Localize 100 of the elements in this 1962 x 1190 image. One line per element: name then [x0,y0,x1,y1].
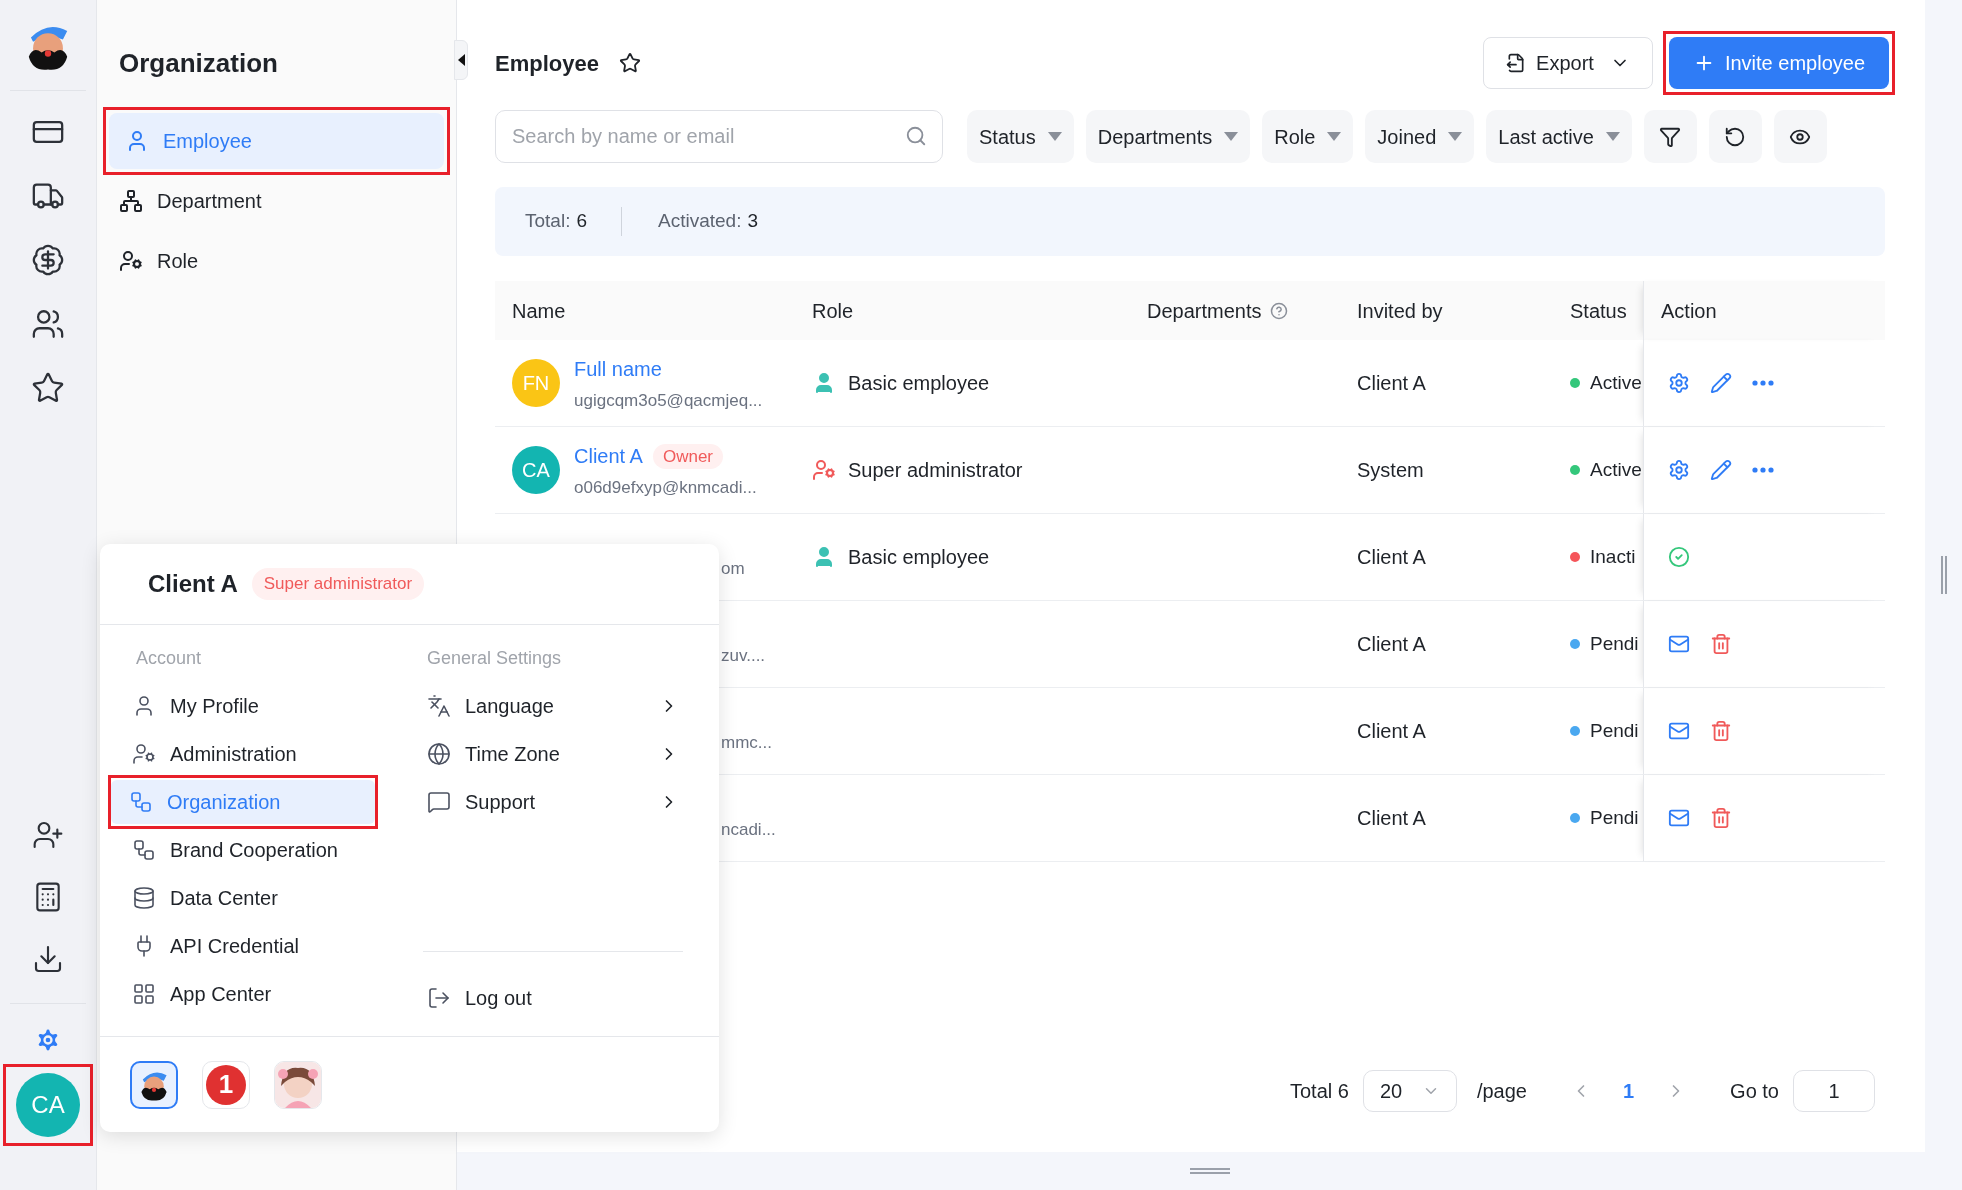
avatar: FN [512,359,560,407]
menu-item[interactable]: Data Center [114,876,400,920]
database-icon [132,886,156,910]
people-nav-button[interactable] [31,307,65,341]
employee-email: ncadi... [721,819,776,842]
invited-by-text: Client A [1357,546,1426,568]
summary-value: 6 [576,209,587,234]
star-icon [31,371,65,405]
page-number[interactable]: 1 [1604,1076,1653,1106]
status-text: Inacti [1590,544,1636,569]
caret-icon [1327,132,1342,141]
more-icon [1752,380,1774,386]
filter-dropdown[interactable]: Role [1262,110,1354,163]
menu-item[interactable]: Support [423,780,683,824]
employee-name-link[interactable]: Full name [574,354,662,385]
column-header: Action [1661,298,1717,324]
invited-by-text: System [1357,459,1424,481]
menu-item[interactable]: Language [423,684,683,728]
drag-handle-icon [1940,556,1947,594]
role-text: Super administrator [848,458,1023,483]
dollar-nav-button[interactable] [31,243,65,277]
chat-icon [427,790,451,814]
role-text: Basic employee [848,371,990,396]
logout-item[interactable]: Log out [423,976,683,1020]
owner-tag: Owner [652,443,723,469]
user-gear-icon [132,742,156,766]
invited-by-text: Client A [1357,633,1426,655]
status-text: Pendi [1590,805,1639,830]
logout-icon [427,986,451,1010]
menu-item[interactable]: App Center [114,972,400,1016]
download-icon [32,943,64,975]
caret-icon [1605,132,1620,141]
app-tile[interactable] [130,1060,178,1109]
sidebar-item[interactable]: Department [103,173,450,229]
menu-item[interactable]: Brand Cooperation [114,828,400,872]
invited-by-text: Client A [1357,807,1426,829]
employee-email: om [721,558,745,581]
menu-item[interactable]: Time Zone [423,732,683,776]
summary-label: Total: [525,209,571,234]
goto-field[interactable]: 1 [1793,1070,1875,1112]
section-heading: General Settings [426,647,563,670]
employee-email: ugigcqm3o5@qacmjeq... [574,390,763,413]
refresh-icon [1724,125,1747,148]
person-gear-icon [812,458,836,482]
employee-email: mmc... [721,732,772,755]
per-page-label: /page [1476,1079,1527,1104]
caret-icon [1448,132,1463,141]
nodes-icon [129,790,153,814]
gear-icon [1668,372,1690,394]
caret-icon [1047,132,1062,141]
avatar: CA [512,446,560,494]
collapse-tab[interactable] [454,40,468,80]
pencil-icon [1710,459,1732,481]
summary-label: Activated: [658,209,742,234]
user-gear-icon [119,249,143,273]
favorite-button[interactable] [618,52,641,74]
column-header: Departments [1147,298,1262,324]
status-text: Pendi [1590,631,1639,656]
reset-button[interactable] [1708,110,1762,163]
search-field[interactable]: Search by name or email [495,110,943,163]
invite-employee-button[interactable]: Invite employee [1668,37,1889,89]
total-count: Total 6 [1289,1079,1349,1104]
star-icon [618,52,641,74]
invited-by-text: Client A [1357,720,1426,742]
funnel-icon [1659,125,1682,148]
menu-item[interactable]: API Credential [114,924,400,968]
caret-icon [1224,132,1239,141]
filter-dropdown[interactable]: Departments [1085,110,1251,163]
role-text: Basic employee [848,545,990,570]
page-size-select[interactable]: 20 [1362,1070,1457,1112]
user-plus-nav-button[interactable] [32,819,64,851]
menu-item[interactable]: My Profile [114,684,400,728]
filter-dropdown[interactable]: Status [967,110,1074,163]
trash-icon [1710,633,1732,655]
check-circle-icon [1668,546,1690,568]
goto-label: Go to [1730,1079,1779,1104]
star-nav-button[interactable] [31,371,65,405]
invited-by-text: Client A [1357,372,1426,394]
employee-name-link[interactable]: Client A [574,441,643,472]
link-icon [132,838,156,862]
view-button[interactable] [1773,110,1827,163]
page-title: Employee [495,49,599,78]
trash-icon [1710,720,1732,742]
globe-icon [427,742,451,766]
gear-icon [1668,459,1690,481]
trash-icon [1710,807,1732,829]
column-header: Invited by [1357,298,1443,324]
filter-dropdown[interactable]: Last active [1486,110,1632,163]
sidebar-item[interactable]: Role [103,233,450,289]
mail-icon [1668,807,1690,829]
filter-dropdown[interactable]: Joined [1365,110,1475,163]
section-heading: Account [135,647,203,670]
export-button[interactable]: Export [1483,37,1653,89]
status-text: Active [1590,370,1642,395]
file-export-icon [1506,53,1527,73]
dollar-icon [31,243,65,277]
filter-button[interactable] [1643,110,1697,163]
resize-handle-icon [1189,1168,1230,1174]
download-nav-button[interactable] [32,943,64,975]
menu-item[interactable]: Administration [114,732,400,776]
